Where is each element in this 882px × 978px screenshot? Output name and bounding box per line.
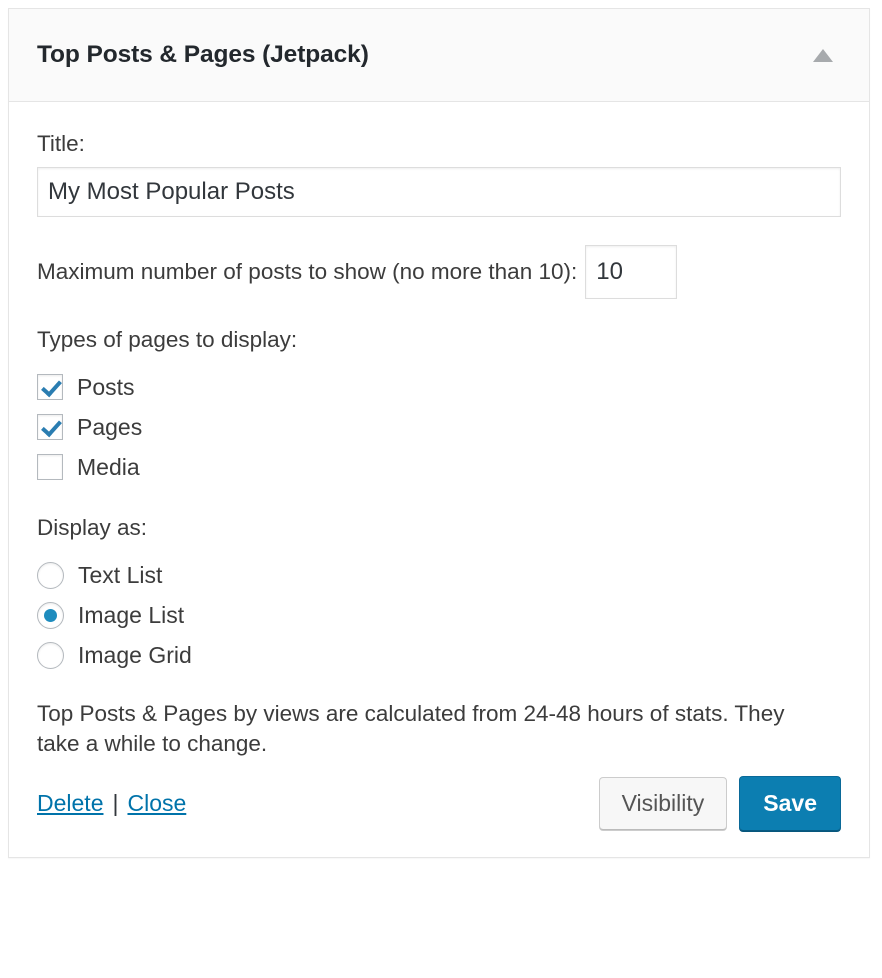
widget-footer: Delete | Close Visibility Save (9, 758, 869, 857)
checkbox-label-pages[interactable]: Pages (77, 416, 142, 439)
max-posts-row: Maximum number of posts to show (no more… (37, 245, 841, 299)
widget-panel: Top Posts & Pages (Jetpack) Title: Maxim… (8, 8, 870, 858)
checkbox-pages[interactable] (37, 414, 63, 440)
widget-collapse-toggle[interactable] (803, 9, 843, 101)
footer-links: Delete | Close (37, 790, 186, 817)
link-separator: | (112, 790, 118, 817)
checkbox-posts[interactable] (37, 374, 63, 400)
title-field-label: Title: (37, 130, 841, 157)
radio-image-list[interactable] (37, 602, 64, 629)
page-types-label: Types of pages to display: (37, 327, 841, 353)
close-link[interactable]: Close (127, 790, 186, 817)
checkbox-label-posts[interactable]: Posts (77, 376, 135, 399)
radio-image-grid[interactable] (37, 642, 64, 669)
radio-text-list[interactable] (37, 562, 64, 589)
display-as-label: Display as: (37, 515, 841, 541)
checkbox-row-pages[interactable]: Pages (37, 407, 841, 447)
widget-body: Title: Maximum number of posts to show (… (9, 102, 869, 857)
checkbox-row-media[interactable]: Media (37, 447, 841, 487)
max-posts-input[interactable] (585, 245, 677, 299)
checkbox-row-posts[interactable]: Posts (37, 367, 841, 407)
checkbox-media[interactable] (37, 454, 63, 480)
visibility-button[interactable]: Visibility (599, 777, 728, 830)
radio-row-image-list[interactable]: Image List (37, 595, 841, 635)
footer-buttons: Visibility Save (599, 776, 841, 831)
chevron-up-icon (813, 49, 833, 62)
radio-label-image-grid[interactable]: Image Grid (78, 644, 192, 667)
checkbox-label-media[interactable]: Media (77, 456, 140, 479)
help-text: Top Posts & Pages by views are calculate… (37, 699, 827, 758)
widget-header[interactable]: Top Posts & Pages (Jetpack) (9, 9, 869, 102)
radio-row-text-list[interactable]: Text List (37, 555, 841, 595)
radio-label-image-list[interactable]: Image List (78, 604, 184, 627)
page-title: Top Posts & Pages (Jetpack) (37, 9, 369, 101)
title-input[interactable] (37, 167, 841, 217)
radio-row-image-grid[interactable]: Image Grid (37, 635, 841, 675)
radio-label-text-list[interactable]: Text List (78, 564, 162, 587)
max-posts-label: Maximum number of posts to show (no more… (37, 259, 577, 285)
delete-link[interactable]: Delete (37, 790, 103, 817)
save-button[interactable]: Save (739, 776, 841, 831)
widget-form: Title: Maximum number of posts to show (… (9, 102, 869, 758)
